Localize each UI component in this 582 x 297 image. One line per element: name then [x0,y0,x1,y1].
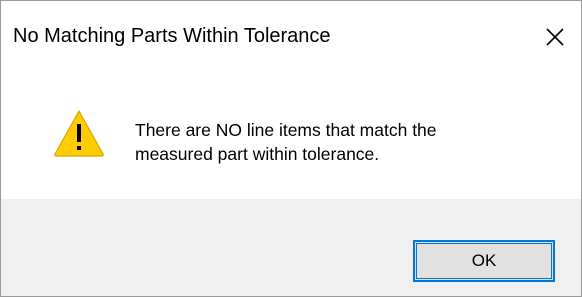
dialog-title: No Matching Parts Within Tolerance [13,25,331,47]
dialog-message: There are NO line items that match the m… [135,118,555,166]
message-line-1: There are NO line items that match the [135,120,437,140]
message-dialog: No Matching Parts Within Tolerance There… [0,0,582,297]
ok-button[interactable]: OK [413,240,555,282]
close-icon [546,28,564,46]
message-line-2: measured part within tolerance. [135,144,380,164]
close-button[interactable] [533,17,577,57]
warning-icon [54,110,104,157]
dialog-footer: OK [1,199,581,296]
dialog-content: There are NO line items that match the m… [1,71,581,199]
ok-button-label: OK [471,251,497,270]
title-bar: No Matching Parts Within Tolerance [1,1,581,71]
